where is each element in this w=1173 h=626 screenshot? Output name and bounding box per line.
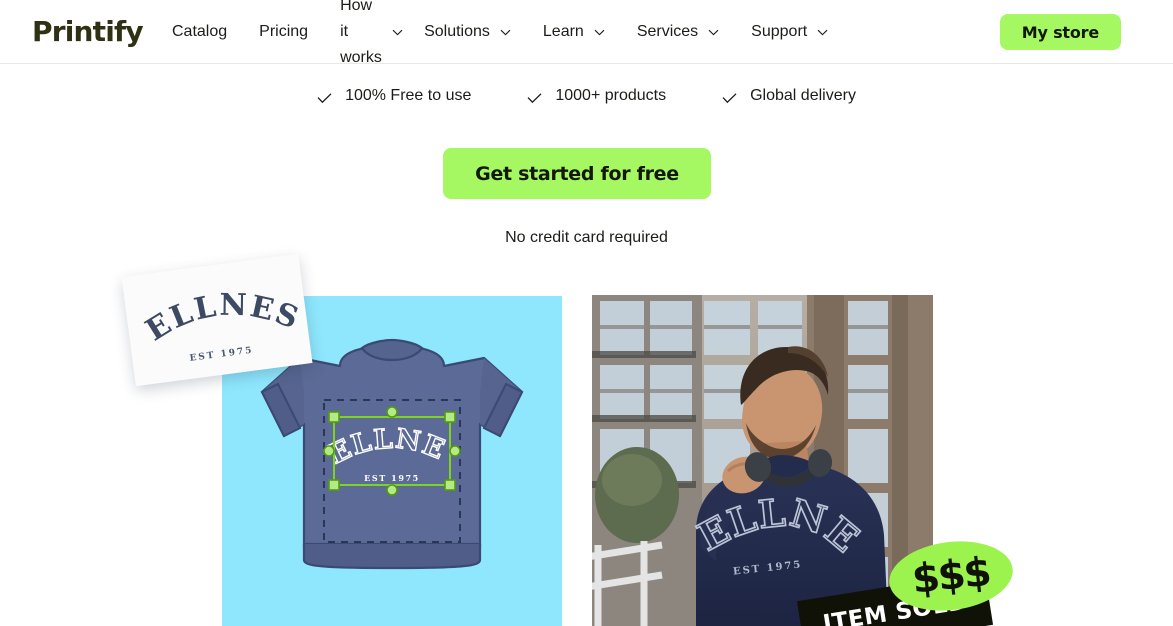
feature-item-products: 1000+ products — [527, 84, 666, 108]
my-store-button[interactable]: My store — [999, 14, 1121, 50]
check-icon — [527, 91, 542, 103]
check-icon — [722, 91, 737, 103]
chevron-down-icon — [817, 29, 828, 36]
money-badge-label: $$$ — [910, 549, 992, 603]
page-root: Printify Catalog Pricing How it works So… — [0, 0, 1173, 626]
chevron-down-icon — [594, 29, 605, 36]
feature-item-global-delivery: Global delivery — [722, 84, 856, 108]
chevron-down-icon — [392, 29, 403, 36]
no-credit-card-text: No credit card required — [505, 229, 668, 246]
nav-item-label: Learn — [542, 23, 584, 40]
nav-item-label: Pricing — [259, 23, 309, 40]
nav-item-support[interactable]: Support — [751, 19, 828, 45]
check-icon — [317, 91, 332, 103]
nav-item-learn[interactable]: Learn — [543, 19, 605, 45]
nav-item-label: Solutions — [424, 23, 490, 40]
feature-item-free-to-use: 100% Free to use — [317, 84, 471, 108]
nav-item-solutions[interactable]: Solutions — [424, 19, 511, 45]
nav-item-label: Support — [751, 23, 808, 40]
chevron-down-icon — [500, 29, 511, 36]
nav-item-services[interactable]: Services — [637, 19, 719, 45]
nav-item-catalog[interactable]: Catalog — [172, 19, 227, 45]
get-started-button[interactable]: Get started for free — [443, 148, 711, 199]
wellness-design-card-art: WELLNESS EST 1975 — [122, 254, 313, 387]
nav-item-label: Services — [636, 23, 699, 40]
svg-text:EST 1975: EST 1975 — [364, 473, 420, 483]
nav-item-how-it-works[interactable]: How it works — [340, 0, 403, 71]
lifestyle-photo[interactable]: WELLNESS EST 1975 — [592, 295, 933, 626]
chevron-down-icon — [708, 29, 719, 36]
feature-label: Global delivery — [750, 87, 856, 104]
nav-item-label: How it works — [340, 0, 382, 66]
feature-label: 100% Free to use — [345, 87, 472, 104]
feature-label: 1000+ products — [555, 87, 667, 104]
printify-logo[interactable]: Printify — [32, 17, 144, 46]
lifestyle-photo-art: WELLNESS EST 1975 — [592, 295, 933, 626]
nav-menu: Catalog Pricing How it works Solutions L… — [172, 0, 860, 66]
feature-list: 100% Free to use 1000+ products Global d… — [0, 84, 1173, 108]
wellness-design-card[interactable]: WELLNESS EST 1975 — [121, 253, 313, 387]
nav-item-label: Catalog — [172, 23, 228, 40]
top-navigation-bar: Printify Catalog Pricing How it works So… — [0, 0, 1173, 66]
nav-item-pricing[interactable]: Pricing — [259, 19, 308, 45]
